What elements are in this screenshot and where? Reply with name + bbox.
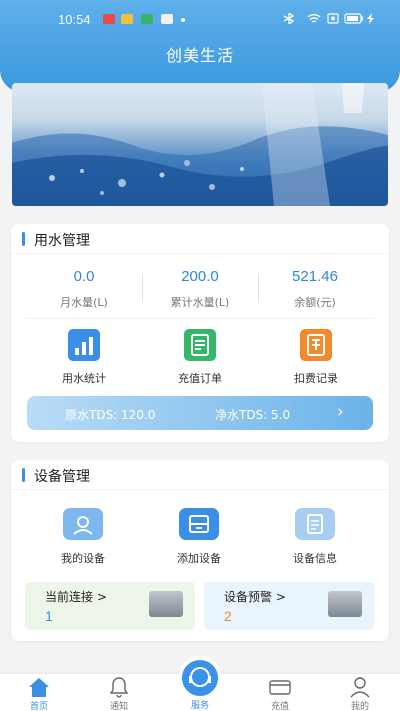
- tab-notifications[interactable]: 通知: [89, 674, 149, 711]
- status-bar: 10:54: [0, 0, 400, 36]
- charging-icon: [367, 13, 374, 24]
- tab-profile[interactable]: 我的: [330, 674, 390, 711]
- current-connection-card[interactable]: 当前连接 > 1: [25, 582, 195, 630]
- device-info-button[interactable]: 设备信息: [265, 508, 365, 566]
- chat-notification-icon: [141, 14, 153, 24]
- page-title: 创美生活: [165, 46, 234, 65]
- card-icon: [269, 680, 291, 695]
- current-connection-count: 1: [45, 608, 53, 624]
- raw-tds: 原水TDS: 120.0: [65, 408, 156, 422]
- usage-stats-button[interactable]: 用水统计: [39, 329, 129, 386]
- stat-label: 月水量(L): [60, 296, 108, 309]
- record-icon: [300, 329, 332, 361]
- device-thumbnail: [149, 591, 183, 617]
- my-devices-button[interactable]: 我的设备: [33, 508, 133, 566]
- water-section-title: 用水管理: [34, 233, 90, 249]
- tab-label: 我的: [350, 702, 369, 711]
- chevron-right-icon: ›: [337, 402, 344, 422]
- alert-thumbnail: [328, 591, 362, 617]
- stat-label: 累计水量(L): [170, 296, 230, 309]
- balance-stat: 521.46 余额(元): [255, 268, 375, 310]
- current-connection-label: 当前连接 >: [45, 590, 107, 604]
- info-icon: [295, 508, 335, 540]
- divider: [25, 318, 375, 319]
- mail-notification-icon: [121, 14, 133, 24]
- bluetooth-icon: [283, 13, 295, 24]
- add-device-label: 添加设备: [177, 552, 221, 565]
- section-marker: [22, 468, 25, 482]
- stat-value: 521.46: [292, 268, 338, 285]
- tab-recharge[interactable]: 充值: [250, 674, 310, 711]
- tab-service[interactable]: [178, 656, 222, 700]
- device-info-label: 设备信息: [293, 552, 337, 565]
- bell-icon: [109, 677, 129, 698]
- water-splash-image: [12, 83, 388, 206]
- device-alert-count: 2: [224, 608, 232, 624]
- device-section-title: 设备管理: [34, 469, 90, 485]
- stat-label: 余额(元): [294, 296, 336, 309]
- water-management-card: 用水管理 0.0 月水量(L) 200.0 累计水量(L) 521.46 余额(…: [11, 224, 389, 442]
- service-icon: [189, 667, 211, 687]
- water-section-header: 用水管理: [11, 224, 389, 254]
- device-alert-label: 设备预警 >: [224, 590, 286, 604]
- recharge-orders-label: 充值订单: [178, 372, 222, 385]
- app-notification-icon: [161, 14, 173, 24]
- device-alert-card[interactable]: 设备预警 > 2: [204, 582, 374, 630]
- stat-value: 200.0: [181, 268, 219, 285]
- tab-label: 充值: [270, 702, 289, 711]
- wifi-icon: [307, 14, 321, 23]
- home-icon: [29, 678, 49, 697]
- battery-icon: [344, 13, 363, 24]
- add-device-icon: [179, 508, 219, 540]
- usage-stats-label: 用水统计: [62, 372, 106, 385]
- section-marker: [22, 232, 25, 246]
- tab-home[interactable]: 首页: [9, 674, 69, 711]
- total-water-stat: 200.0 累计水量(L): [140, 268, 260, 310]
- deduction-records-label: 扣费记录: [294, 372, 338, 385]
- device-section-header: 设备管理: [11, 460, 389, 490]
- app-notification-icon: [103, 14, 115, 24]
- tds-banner[interactable]: 原水TDS: 120.0 净水TDS: 5.0 ›: [27, 396, 373, 430]
- more-notifications-icon: [181, 18, 185, 22]
- screen-record-icon: [327, 13, 339, 24]
- header: 10:54 创美生活: [0, 0, 400, 92]
- tab-label: 首页: [29, 702, 48, 711]
- chart-icon: [68, 329, 100, 361]
- my-devices-label: 我的设备: [61, 552, 105, 565]
- order-icon: [184, 329, 216, 361]
- user-icon: [350, 677, 370, 698]
- banner-image[interactable]: [12, 83, 388, 206]
- device-management-card: 设备管理 我的设备 添加设备 设备信息 当前连接 > 1 设备预警 > 2: [11, 460, 389, 641]
- tab-label: 通知: [109, 702, 128, 711]
- recharge-orders-button[interactable]: 充值订单: [155, 329, 245, 386]
- monthly-water-stat: 0.0 月水量(L): [24, 268, 144, 310]
- clock: 10:54: [58, 12, 91, 27]
- pure-tds: 净水TDS: 5.0: [215, 408, 291, 422]
- device-icon: [63, 508, 103, 540]
- add-device-button[interactable]: 添加设备: [149, 508, 249, 566]
- stat-value: 0.0: [73, 268, 95, 285]
- deduction-records-button[interactable]: 扣费记录: [271, 329, 361, 386]
- tab-label: 服务: [190, 701, 209, 711]
